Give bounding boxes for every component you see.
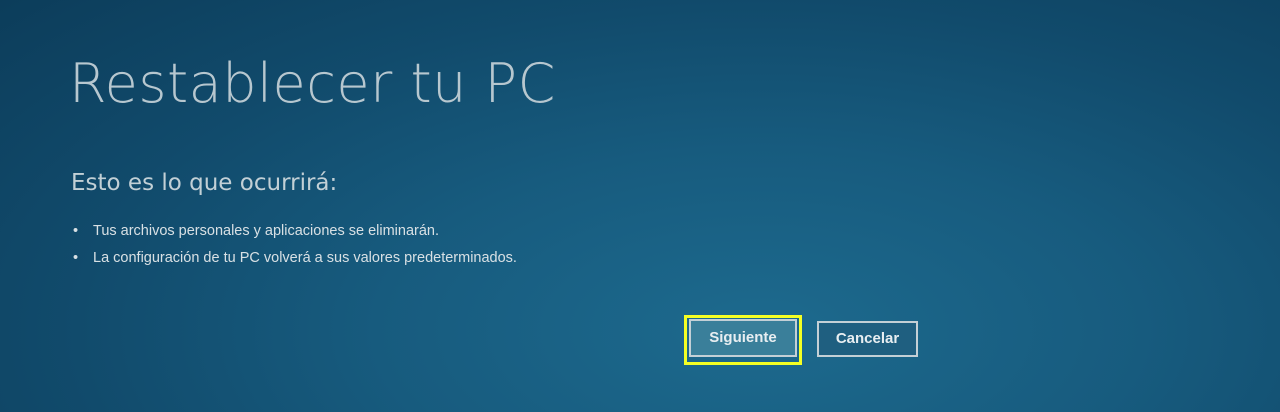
- page-title: Restablecer tu PC: [69, 52, 556, 115]
- bullet-icon: •: [73, 250, 79, 266]
- bullet-icon: •: [73, 223, 79, 239]
- list-item: • Tus archivos personales y aplicaciones…: [72, 218, 517, 245]
- section-subtitle: Esto es lo que ocurrirá:: [71, 170, 338, 196]
- list-item: • La configuración de tu PC volverá a su…: [72, 245, 517, 272]
- list-item-text: Tus archivos personales y aplicaciones s…: [93, 223, 440, 239]
- next-button[interactable]: Siguiente: [689, 319, 797, 357]
- cancel-button[interactable]: Cancelar: [817, 321, 918, 357]
- consequences-list: • Tus archivos personales y aplicaciones…: [72, 218, 517, 272]
- reset-pc-screen: Restablecer tu PC Esto es lo que ocurrir…: [0, 0, 1280, 412]
- list-item-text: La configuración de tu PC volverá a sus …: [93, 250, 517, 266]
